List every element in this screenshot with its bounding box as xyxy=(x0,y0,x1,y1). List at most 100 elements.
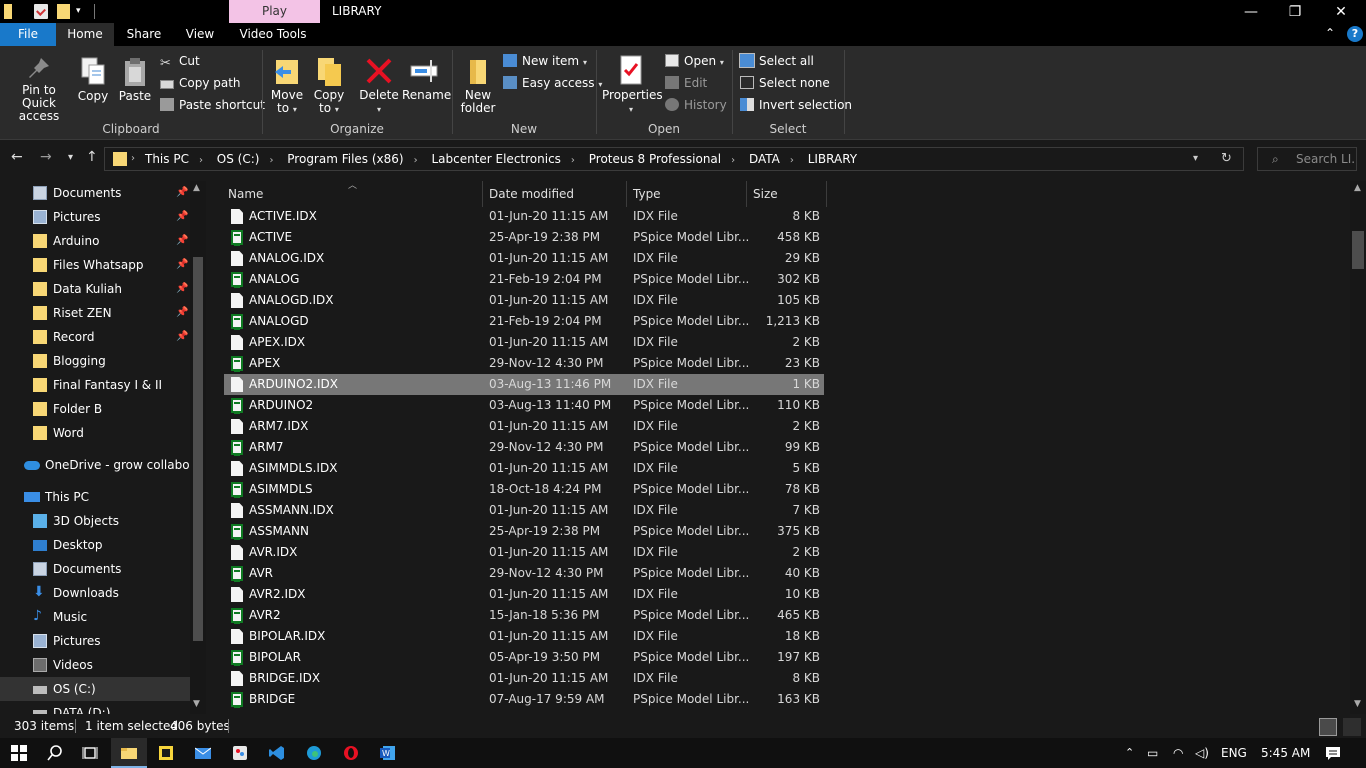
nav-item-downloads[interactable]: ⬇ Downloads xyxy=(0,581,190,605)
tab-view[interactable]: View xyxy=(178,23,222,46)
show-hidden-icons-icon[interactable]: ⌃ xyxy=(1125,738,1134,768)
pin-icon[interactable]: 📌 xyxy=(176,253,188,277)
cut-button[interactable]: ✂ Cut xyxy=(160,54,200,71)
breadcrumb-chevron-icon[interactable]: › xyxy=(131,148,135,170)
table-row[interactable]: ASSMANN 25-Apr-19 2:38 PM PSpice Model Lib… xyxy=(224,521,824,542)
back-icon[interactable]: ← xyxy=(11,149,23,165)
notifications-icon[interactable] xyxy=(1325,745,1341,761)
nav-item-onedrive[interactable]: OneDrive - grow collaborati xyxy=(0,453,190,477)
select-none-button[interactable]: Select none xyxy=(740,76,830,90)
pin-to-quick-access-button[interactable]: Pin to Quick access xyxy=(4,56,74,123)
nav-item-files-whatsapp[interactable]: Files Whatsapp 📌 xyxy=(0,253,190,277)
breadcrumb-chevron-icon[interactable]: › xyxy=(790,155,794,166)
tab-file[interactable]: File xyxy=(0,23,56,46)
nav-item-documents[interactable]: Documents 📌 xyxy=(0,181,190,205)
table-row[interactable]: ASIMMDLS 18-Oct-18 4:24 PM PSpice Model Li… xyxy=(224,479,824,500)
table-row[interactable]: BRIDGE 07-Aug-17 9:59 AM PSpice Model Libr… xyxy=(224,689,824,710)
mail-icon[interactable] xyxy=(195,745,211,761)
edit-button[interactable]: Edit xyxy=(665,76,707,90)
breadcrumb-proteus[interactable]: Proteus 8 Professional xyxy=(589,152,721,166)
nav-item-final-fantasy[interactable]: Final Fantasy I & II xyxy=(0,373,190,397)
collapse-ribbon-icon[interactable]: ⌃ xyxy=(1325,26,1335,40)
refresh-icon[interactable]: ↻ xyxy=(1221,148,1232,170)
breadcrumb-chevron-icon[interactable]: › xyxy=(269,155,273,166)
forward-icon[interactable]: → xyxy=(40,149,52,165)
breadcrumb-os-c[interactable]: OS (C:) xyxy=(217,152,260,166)
column-header-name[interactable]: Name xyxy=(228,181,263,207)
new-folder-quick-access-icon[interactable] xyxy=(57,4,70,19)
table-row[interactable]: BIPOLAR 05-Apr-19 3:50 PM PSpice Model Lib… xyxy=(224,647,824,668)
pin-icon[interactable]: 📌 xyxy=(176,301,188,325)
scroll-down-arrow-icon[interactable]: ▼ xyxy=(1354,699,1361,709)
vscode-icon[interactable] xyxy=(269,745,285,761)
column-separator[interactable] xyxy=(826,181,827,207)
edge-icon[interactable] xyxy=(306,745,322,761)
close-button[interactable]: ✕ xyxy=(1318,0,1364,23)
task-view-icon[interactable] xyxy=(82,745,98,761)
windows-start-icon[interactable] xyxy=(11,745,27,761)
nav-item-riset-zen[interactable]: Riset ZEN 📌 xyxy=(0,301,190,325)
tab-home[interactable]: Home xyxy=(56,23,114,46)
navigation-pane-scrollbar[interactable]: ▲ ▼ xyxy=(190,181,206,714)
column-separator[interactable] xyxy=(482,181,483,207)
table-row[interactable]: ACTIVE 25-Apr-19 2:38 PM PSpice Model Libr… xyxy=(224,227,824,248)
rename-button[interactable]: Rename xyxy=(402,54,451,102)
nav-item-documents-pc[interactable]: Documents xyxy=(0,557,190,581)
invert-selection-button[interactable]: Invert selection xyxy=(740,98,852,112)
nav-item-os-c[interactable]: OS (C:) xyxy=(0,677,190,701)
column-header-date-modified[interactable]: Date modified xyxy=(489,181,574,207)
nav-item-this-pc[interactable]: This PC xyxy=(0,485,190,509)
contextual-tab-play[interactable]: Play xyxy=(229,0,320,23)
table-row[interactable]: ANALOG.IDX 01-Jun-20 11:15 AM IDX File 29 K… xyxy=(224,248,824,269)
properties-quick-access-icon[interactable] xyxy=(34,4,48,19)
easy-access-button[interactable]: Easy access ▾ xyxy=(503,76,602,92)
nav-item-blogging[interactable]: Blogging xyxy=(0,349,190,373)
help-icon[interactable]: ? xyxy=(1347,26,1363,42)
table-row[interactable]: BRIDGE.IDX 01-Jun-20 11:15 AM IDX File 8 KB xyxy=(224,668,824,689)
breadcrumb-labcenter[interactable]: Labcenter Electronics xyxy=(431,152,560,166)
pin-icon[interactable]: 📌 xyxy=(176,181,188,205)
sticky-notes-icon[interactable] xyxy=(158,745,174,761)
customize-quick-access-icon[interactable]: ▾ xyxy=(76,6,81,16)
volume-icon[interactable]: ◁) xyxy=(1195,738,1209,768)
table-row[interactable]: ANALOG 21-Feb-19 2:04 PM PSpice Model Libr… xyxy=(224,269,824,290)
recent-locations-icon[interactable]: ▾ xyxy=(68,152,73,163)
table-row[interactable]: AVR2.IDX 01-Jun-20 11:15 AM IDX File 10 KB xyxy=(224,584,824,605)
table-row[interactable]: ASSMANN.IDX 01-Jun-20 11:15 AM IDX File 7 K… xyxy=(224,500,824,521)
table-row[interactable]: APEX.IDX 01-Jun-20 11:15 AM IDX File 2 KB xyxy=(224,332,824,353)
table-row[interactable]: ANALOGD.IDX 01-Jun-20 11:15 AM IDX File 105… xyxy=(224,290,824,311)
new-folder-button[interactable]: New folder xyxy=(458,54,498,115)
details-view-icon[interactable] xyxy=(1319,718,1337,736)
table-row[interactable]: APEX 29-Nov-12 4:30 PM PSpice Model Libr..… xyxy=(224,353,824,374)
table-row[interactable]: BIPOLAR.IDX 01-Jun-20 11:15 AM IDX File 18 … xyxy=(224,626,824,647)
table-row[interactable]: AVR2 15-Jan-18 5:36 PM PSpice Model Libr..… xyxy=(224,605,824,626)
copy-button[interactable]: Copy xyxy=(74,56,112,103)
search-input[interactable]: Search LI... xyxy=(1296,148,1354,170)
file-list-scrollbar[interactable]: ▲ ▼ xyxy=(1350,181,1366,714)
nav-item-data-d[interactable]: DATA (D:) xyxy=(0,701,190,714)
search-box[interactable]: ⌕ Search LI... xyxy=(1257,147,1357,171)
battery-icon[interactable]: ▭ xyxy=(1147,738,1158,768)
breadcrumb-chevron-icon[interactable]: › xyxy=(199,155,203,166)
column-header-type[interactable]: Type xyxy=(633,181,661,207)
move-to-button[interactable]: Move to ▾ xyxy=(268,54,306,116)
restore-button[interactable]: ❐ xyxy=(1272,0,1318,23)
address-dropdown-icon[interactable]: ▾ xyxy=(1193,148,1198,170)
table-row[interactable]: ARM7 29-Nov-12 4:30 PM PSpice Model Libr..… xyxy=(224,437,824,458)
minimize-button[interactable]: — xyxy=(1228,0,1274,23)
breadcrumb-data[interactable]: DATA xyxy=(749,152,780,166)
nav-item-arduino[interactable]: Arduino 📌 xyxy=(0,229,190,253)
pin-icon[interactable]: 📌 xyxy=(176,325,188,349)
nav-item-word[interactable]: Word xyxy=(0,421,190,445)
open-button[interactable]: Open ▾ xyxy=(665,54,724,70)
new-item-button[interactable]: New item ▾ xyxy=(503,54,587,70)
large-icons-view-icon[interactable] xyxy=(1343,718,1361,736)
scrollbar-thumb[interactable] xyxy=(193,257,203,641)
scroll-down-arrow-icon[interactable]: ▼ xyxy=(193,699,200,709)
paste-shortcut-button[interactable]: Paste shortcut xyxy=(160,98,265,112)
column-header-size[interactable]: Size xyxy=(753,181,778,207)
table-row[interactable]: ARDUINO2.IDX 03-Aug-13 11:46 PM IDX File 1 … xyxy=(224,374,824,395)
pin-icon[interactable]: 📌 xyxy=(176,277,188,301)
scroll-up-arrow-icon[interactable]: ▲ xyxy=(193,183,200,193)
up-icon[interactable]: ↑ xyxy=(86,149,98,165)
